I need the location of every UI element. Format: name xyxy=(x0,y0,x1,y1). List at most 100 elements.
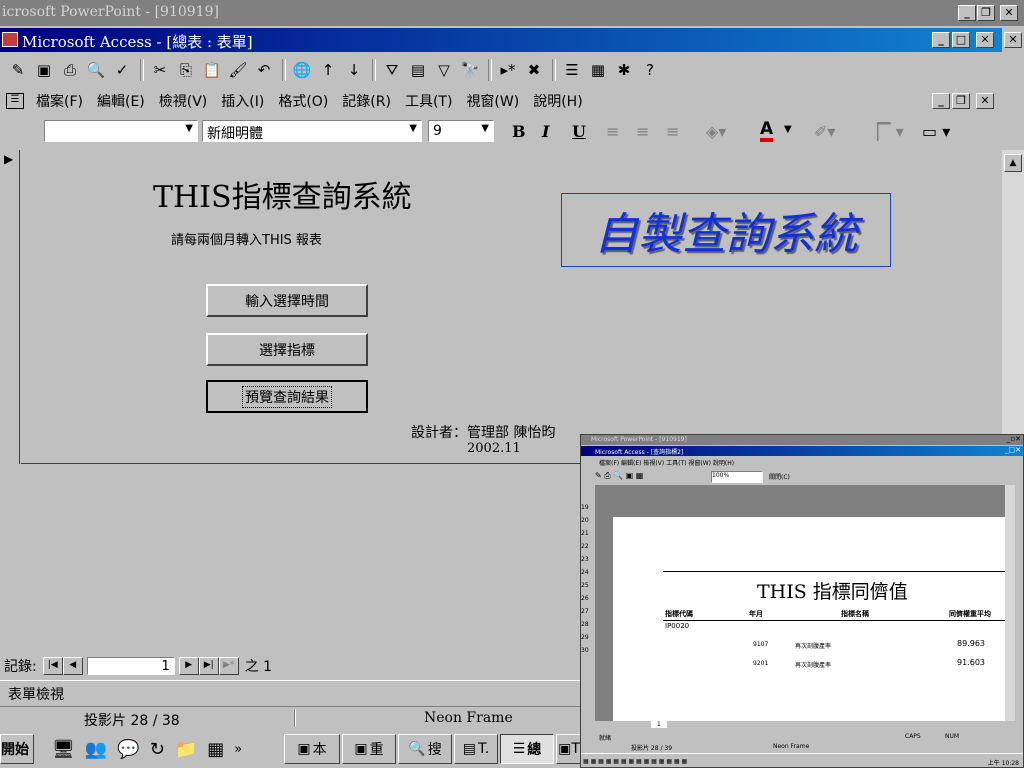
properties-icon[interactable]: ☰ xyxy=(560,58,584,82)
print-preview-icon[interactable]: 🔍 xyxy=(84,58,108,82)
report-header-value: 同儕權重平均 xyxy=(949,610,991,618)
first-record-button[interactable]: |◀ xyxy=(42,657,63,675)
print-icon[interactable]: ⎙ xyxy=(58,58,82,82)
apply-filter-icon[interactable]: ▽ xyxy=(432,58,456,82)
access-title: Microsoft Access - [總表 : 表單] xyxy=(22,33,253,51)
menu-view[interactable]: 檢視(V) xyxy=(159,91,208,111)
border-width-icon[interactable]: ▕▔ ▾ xyxy=(866,122,904,141)
form-minimize-button[interactable]: _ xyxy=(932,93,950,109)
select-indicator-button[interactable]: 選擇指標 xyxy=(206,333,368,366)
explorer-icon[interactable]: 📁 xyxy=(175,739,197,760)
task-button-search[interactable]: 🔍 搜 xyxy=(398,734,452,764)
find-icon[interactable]: 🔭 xyxy=(458,58,482,82)
chat-icon[interactable]: 💬 xyxy=(117,739,139,760)
preview-results-button[interactable]: 預覽查詢結果 xyxy=(206,380,368,413)
cut-icon[interactable]: ✂ xyxy=(148,58,172,82)
inset-close-button[interactable]: 關閉(C) xyxy=(769,472,790,481)
special-effect-icon[interactable]: ▭ ▾ xyxy=(922,122,950,141)
desktop-icon[interactable]: 🖥 xyxy=(52,739,75,760)
access-maximize-button[interactable]: □ xyxy=(952,32,970,48)
task-button-ppt[interactable]: ▤ T. xyxy=(454,734,498,764)
previous-record-button[interactable]: ◀ xyxy=(62,657,83,675)
access-minimize-button[interactable]: _ xyxy=(932,32,950,48)
align-center-icon[interactable]: ≡ xyxy=(636,122,649,141)
new-record-nav-button[interactable]: ▶* xyxy=(218,657,239,675)
access-status-bar: 表單檢視 xyxy=(0,680,580,704)
help-icon[interactable]: ? xyxy=(638,58,662,82)
hyperlink-icon[interactable]: 🌐 xyxy=(290,58,314,82)
task-label: T. xyxy=(477,741,490,757)
menu-help[interactable]: 說明(H) xyxy=(533,91,582,111)
copy-icon[interactable]: ⎘ xyxy=(174,58,198,82)
paste-icon[interactable]: 📋 xyxy=(200,58,224,82)
font-color-button[interactable]: A xyxy=(760,120,774,142)
menu-records[interactable]: 記錄(R) xyxy=(342,91,391,111)
menu-window[interactable]: 視窗(W) xyxy=(466,91,519,111)
task-button-access-active[interactable]: ☰ 總 xyxy=(500,734,554,764)
task-button-word[interactable]: ▣ 本 xyxy=(284,734,340,764)
last-record-button[interactable]: ▶| xyxy=(198,657,219,675)
new-record-icon[interactable]: ▸* xyxy=(496,58,520,82)
format-painter-icon[interactable]: 🖌 xyxy=(226,58,250,82)
report-row-value: 89.963 xyxy=(957,639,985,648)
inset-taskbar: ▦ ▦ ▦ ▦ ▦ ▦ ▦ ▦ ▦ ▦ ▦ ▦ ▦ ▦ 上午 10:28 xyxy=(581,753,1023,767)
task-button-other[interactable]: ▣ T xyxy=(556,734,582,764)
sort-ascending-icon[interactable]: ↑ xyxy=(316,58,340,82)
line-color-icon[interactable]: ✐▾ xyxy=(814,122,835,141)
inset-scrollbar[interactable] xyxy=(1005,485,1015,721)
italic-button[interactable]: I xyxy=(542,122,549,141)
font-color-dropdown-icon[interactable]: ▼ xyxy=(784,124,792,135)
menu-format[interactable]: 格式(O) xyxy=(278,91,328,111)
menu-file[interactable]: 檔案(F) xyxy=(36,91,83,111)
start-label: 開始 xyxy=(1,742,29,758)
outer-close-button[interactable]: ✕ xyxy=(1004,32,1022,48)
report-row-value: 91.603 xyxy=(957,658,985,667)
scroll-up-button[interactable]: ▲ xyxy=(1004,154,1022,172)
inset-zoom-select[interactable]: 100% xyxy=(711,471,763,483)
toolbar-separator xyxy=(552,59,556,81)
more-icon[interactable]: » xyxy=(234,742,242,757)
record-selector[interactable]: ▶ xyxy=(0,150,20,464)
underline-button[interactable]: U xyxy=(572,122,586,141)
form-restore-button[interactable]: ❐ xyxy=(952,93,970,109)
object-select[interactable]: ▼ xyxy=(44,120,198,142)
ppt-close-button[interactable]: ✕ xyxy=(1000,5,1018,21)
sort-descending-icon[interactable]: ↓ xyxy=(342,58,366,82)
report-header-name: 指標名稱 xyxy=(841,610,869,618)
next-record-button[interactable]: ▶ xyxy=(178,657,199,675)
align-left-icon[interactable]: ≡ xyxy=(606,122,619,141)
access-close-button[interactable]: ✕ xyxy=(976,32,994,48)
ppt-minimize-button[interactable]: _ xyxy=(958,5,976,21)
inset-page-number[interactable]: 1 xyxy=(651,721,667,728)
filter-by-selection-icon[interactable]: ⛛ xyxy=(380,58,404,82)
form-control-menu-icon[interactable]: ☰ xyxy=(6,93,24,109)
toolbar-separator xyxy=(140,59,144,81)
ppt-restore-button[interactable]: ❐ xyxy=(977,5,995,21)
filter-by-form-icon[interactable]: ▤ xyxy=(406,58,430,82)
start-button[interactable]: 開始 xyxy=(0,734,34,764)
menu-insert[interactable]: 插入(I) xyxy=(221,91,264,111)
align-right-icon[interactable]: ≡ xyxy=(666,122,679,141)
task-button-doc[interactable]: ▣ 重 xyxy=(342,734,396,764)
database-window-icon[interactable]: ▦ xyxy=(586,58,610,82)
refresh-icon[interactable]: ↻ xyxy=(150,739,165,760)
fill-color-icon[interactable]: ◈▾ xyxy=(706,122,726,141)
new-object-icon[interactable]: ✱ xyxy=(612,58,636,82)
input-time-button[interactable]: 輸入選擇時間 xyxy=(206,284,368,317)
input-time-label: 輸入選擇時間 xyxy=(245,293,329,310)
save-icon[interactable]: ▣ xyxy=(32,58,56,82)
font-size-select[interactable]: 9 ▼ xyxy=(428,120,494,142)
excel-icon[interactable]: ▦ xyxy=(207,739,224,760)
menu-tools[interactable]: 工具(T) xyxy=(405,91,452,111)
menu-edit[interactable]: 編輯(E) xyxy=(97,91,145,111)
chevron-down-icon: ▼ xyxy=(409,123,417,134)
undo-icon[interactable]: ↶ xyxy=(252,58,276,82)
spelling-icon[interactable]: ✓ xyxy=(110,58,134,82)
font-select[interactable]: 新細明體 ▼ xyxy=(202,120,422,142)
bold-button[interactable]: B xyxy=(512,122,526,141)
form-close-button[interactable]: ✕ xyxy=(976,93,994,109)
messenger-icon[interactable]: 👥 xyxy=(85,739,107,760)
delete-record-icon[interactable]: ✖ xyxy=(522,58,546,82)
current-record-input[interactable]: 1 xyxy=(86,657,175,675)
view-icon[interactable]: ✎ xyxy=(6,58,30,82)
